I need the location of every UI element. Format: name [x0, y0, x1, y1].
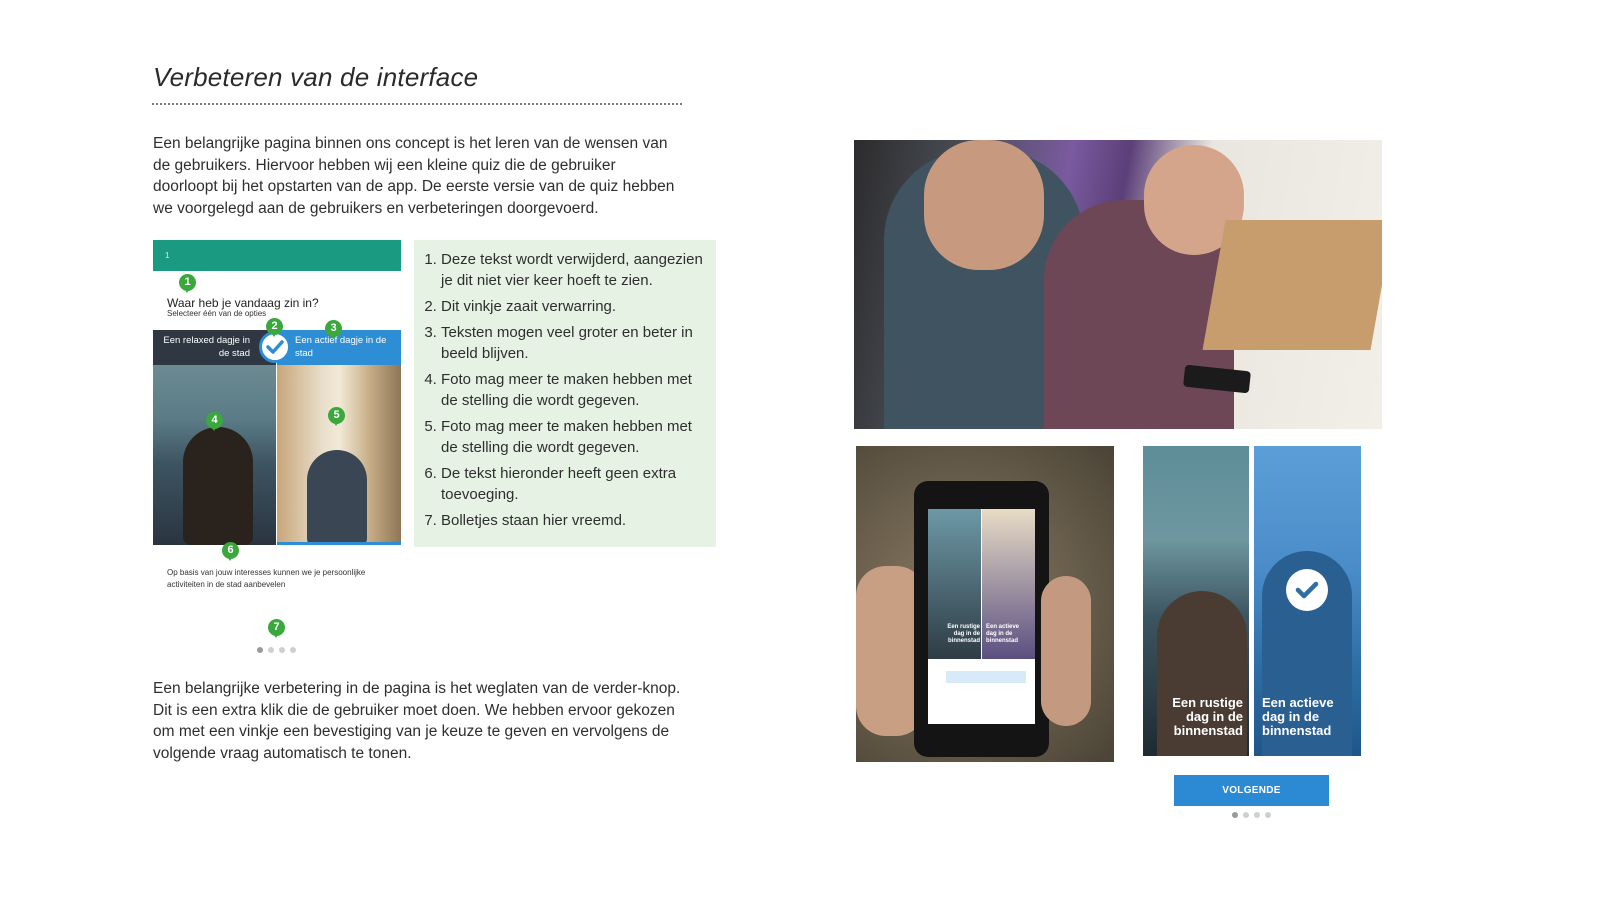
note-item: Foto mag meer te maken hebben met de ste… [441, 416, 706, 458]
option-left-photo[interactable] [153, 365, 276, 545]
marker-7: 7 [268, 619, 285, 638]
note-item: Foto mag meer te maken hebben met de ste… [441, 369, 706, 411]
intro-paragraph: Een belangrijke pagina binnen ons concep… [153, 135, 675, 217]
feedback-notes: Deze tekst wordt verwijderd, aangezien j… [414, 240, 716, 547]
pagination-dots-v2 [1232, 812, 1271, 818]
pagination-dot [257, 647, 263, 653]
quiz-footer-text: Op basis van jouw interesses kunnen we j… [167, 568, 366, 589]
page-title: Verbeteren van de interface [153, 62, 479, 92]
note-item: De tekst hieronder heeft geen extra toev… [441, 463, 706, 505]
pagination-dot [1243, 812, 1249, 818]
marker-2: 2 [266, 318, 283, 337]
phone-in-hand-photo: Een rustige dag in de binnenstad Een act… [856, 446, 1114, 762]
marker-3: 3 [325, 320, 342, 339]
marker-5: 5 [328, 407, 345, 426]
user-test-photo [854, 140, 1382, 429]
marker-1: 1 [179, 274, 196, 293]
outro-paragraph: Een belangrijke verbetering in de pagina… [153, 680, 681, 762]
option-right-label[interactable]: Een actief dagje in de stad [277, 330, 401, 365]
quiz-question: Waar heb je vandaag zin in? [167, 296, 319, 310]
note-item: Bolletjes staan hier vreemd. [441, 510, 706, 531]
pagination-dot [1232, 812, 1238, 818]
option-calm-caption: Een rustige dag in de binnenstad [1172, 695, 1243, 738]
marker-4: 4 [206, 412, 223, 431]
phone-screen: Een rustige dag in de binnenstad Een act… [928, 509, 1035, 724]
checkmark-icon [1286, 569, 1328, 611]
fingers [1041, 576, 1091, 726]
smartphone: Een rustige dag in de binnenstad Een act… [914, 481, 1049, 757]
option-active-caption: Een actieve dag in de binnenstad [1262, 695, 1334, 738]
pagination-dot [268, 647, 274, 653]
marker-6: 6 [222, 542, 239, 561]
pagination-dot [290, 647, 296, 653]
option-right-photo[interactable] [277, 365, 401, 545]
pagination-dots [257, 647, 296, 653]
quiz-mockup-v1: 1 Waar heb je vandaag zin in? Selecteer … [153, 240, 401, 660]
note-item: Dit vinkje zaait verwarring. [441, 296, 706, 317]
quiz-mockup-v2: Een rustige dag in de binnenstad Een act… [1143, 446, 1361, 756]
screen-caption-right: Een actieve dag in de binnenstad [986, 624, 1020, 644]
screen-button [946, 671, 1026, 683]
pagination-dot [279, 647, 285, 653]
quiz-header-bar: 1 [153, 240, 401, 271]
quiz-hint: Selecteer één van de opties [167, 309, 267, 318]
note-item: Deze tekst wordt verwijderd, aangezien j… [441, 249, 706, 291]
screen-caption-left: Een rustige dag in de binnenstad [947, 624, 980, 644]
person-left-head [924, 140, 1044, 270]
paper-prototype [1202, 220, 1382, 350]
next-button[interactable]: VOLGENDE [1174, 775, 1329, 806]
option-left-label[interactable]: Een relaxed dagje in de stad [153, 330, 276, 365]
pagination-dot [1254, 812, 1260, 818]
note-item: Teksten mogen veel groter en beter in be… [441, 322, 706, 364]
pagination-dot [1265, 812, 1271, 818]
title-divider [152, 103, 682, 105]
